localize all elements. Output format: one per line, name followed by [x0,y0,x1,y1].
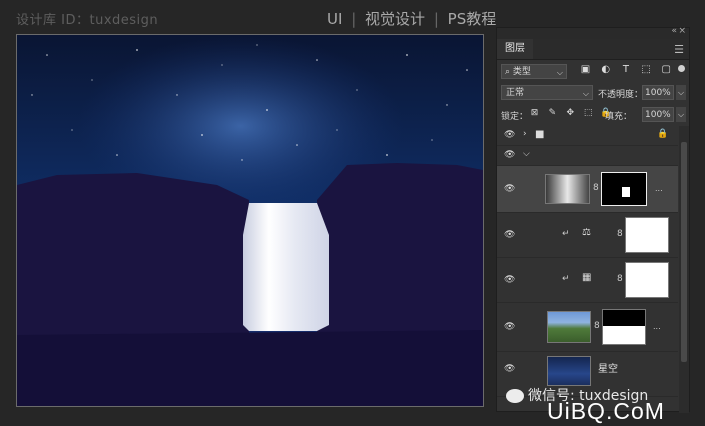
lock-label: 锁定： [501,112,529,122]
more-icon: ... [655,184,663,193]
eye-icon[interactable]: 👁 [504,150,515,160]
panel-tab-row: 图层 ☰ [497,39,689,60]
layer-name: 星空 [598,364,618,375]
filter-smart-object-icon[interactable]: ▢ [658,64,675,75]
layer-filter-select[interactable]: ⌕ 类型 ⌵ [501,64,567,79]
link-icon[interactable]: 8 [593,183,599,193]
layers-scrollbar[interactable] [679,126,689,413]
search-icon: ⌕ [505,67,511,77]
fill-label: 填充： [605,112,633,122]
filter-pixel-icon[interactable]: ▣ [577,64,594,75]
curves-icon: ▦ [582,272,592,283]
chevron-down-icon[interactable]: ⌵ [523,149,530,159]
folder-icon: ■ [535,129,545,140]
lock-row: 锁定： ⊠ ✎ ✥ ⬚ 🔒 填充： 100% ⌵ [497,104,689,126]
layer-smart-object[interactable]: 👁 8 ... [497,166,678,213]
blend-row: 正常 ⌵ 不透明度： 100% ⌵ [497,82,689,104]
layer-thumbnail [547,311,591,343]
layer-thumbnail [547,356,591,386]
chevron-right-icon[interactable]: › [523,129,527,139]
nav-visual-design[interactable]: 视觉设计 [365,10,425,28]
eye-icon[interactable]: 👁 [504,322,515,332]
clip-arrow-icon: ↵ [562,274,570,284]
layer-group-collapsed[interactable]: 👁 › ■ 🔒 [497,126,678,146]
chevron-down-icon[interactable]: ⌵ [676,107,686,122]
filter-icons: ▣ ◐ T ⬚ ▢ [577,64,675,75]
header-nav: UI | 视觉设计 | PS教程 [325,8,498,29]
color-balance-icon: ⚖ [582,227,591,238]
more-icon: ... [653,322,661,331]
filter-shape-icon[interactable]: ⬚ [638,64,655,75]
link-icon[interactable]: 8 [617,274,623,284]
lock-transparent-pixels-icon[interactable]: ⊠ [527,108,542,118]
layer-mask-thumbnail[interactable] [625,217,669,253]
layer-mask-thumbnail[interactable] [625,262,669,298]
document-canvas[interactable] [16,34,484,407]
eye-icon[interactable]: 👁 [504,130,515,140]
watermark-text: 设计库 ID：tuxdesign [16,13,159,28]
close-icon[interactable]: × [678,26,686,36]
nav-ps-tutorial[interactable]: PS教程 [448,10,497,28]
opacity-input[interactable]: 100% [642,85,674,100]
chevron-down-icon: ⌵ [556,68,563,77]
nav-separator: | [351,10,357,28]
fill-input[interactable]: 100% [642,107,674,122]
clip-arrow-icon: ↵ [562,229,570,239]
chevron-down-icon: ⌵ [582,89,589,98]
eye-icon[interactable]: 👁 [504,184,515,194]
filter-adjustment-icon[interactable]: ◐ [597,64,614,75]
layer-thumbnail [545,174,590,204]
site-watermark: UiBQ.CoM [547,398,665,424]
eye-icon[interactable]: 👁 [504,275,515,285]
lock-icon: 🔒 [657,129,669,139]
opacity-label: 不透明度： [598,90,644,100]
layer-color-balance[interactable]: 👁 ↵ ⚖ 8 [497,213,678,258]
lock-image-pixels-icon[interactable]: ✎ [545,108,560,118]
blend-mode-value: 正常 [506,88,525,98]
panel-topbar: « × [497,26,689,39]
lock-position-icon[interactable]: ✥ [563,108,578,118]
filter-toggle[interactable] [678,65,685,72]
lock-artboard-icon[interactable]: ⬚ [581,108,596,118]
mask-white-area [622,187,630,197]
collapse-icon[interactable]: « [671,26,677,36]
nav-separator: | [433,10,439,28]
filter-label: 类型 [512,67,531,77]
nav-ui[interactable]: UI [327,10,342,28]
link-icon[interactable]: 8 [617,229,623,239]
layer-mask-thumbnail[interactable] [601,172,647,206]
eye-icon[interactable]: 👁 [504,230,515,240]
chevron-down-icon[interactable]: ⌵ [676,85,686,100]
wechat-icon [506,389,524,403]
filter-row: ⌕ 类型 ⌵ ▣ ◐ T ⬚ ▢ [497,60,689,82]
tab-layers[interactable]: 图层 [497,39,533,59]
layer-mask-thumbnail[interactable] [602,309,646,345]
blend-mode-select[interactable]: 正常 ⌵ [501,85,593,100]
eye-icon[interactable]: 👁 [504,364,515,374]
link-icon[interactable]: 8 [594,321,600,331]
layer-group-open[interactable]: 👁 ⌵ [497,146,678,166]
layer-image-with-mask[interactable]: 👁 8 ... [497,303,678,352]
lock-icons: ⊠ ✎ ✥ ⬚ 🔒 [527,108,614,118]
layer-curves[interactable]: 👁 ↵ ▦ 8 [497,258,678,303]
panel-menu-icon[interactable]: ☰ [674,43,684,56]
layer-list: 👁 › ■ 🔒 👁 ⌵ 👁 8 ... 👁 ↵ ⚖ 8 👁 ↵ ▦ 8 👁 8 … [497,126,678,413]
scrollbar-thumb[interactable] [681,142,687,362]
layers-panel: « × 图层 ☰ ⌕ 类型 ⌵ ▣ ◐ T ⬚ ▢ 正常 ⌵ 不透明度： 100… [496,26,690,413]
filter-type-icon[interactable]: T [617,64,634,75]
mask-white-area [603,326,645,344]
canvas-image [17,35,483,406]
